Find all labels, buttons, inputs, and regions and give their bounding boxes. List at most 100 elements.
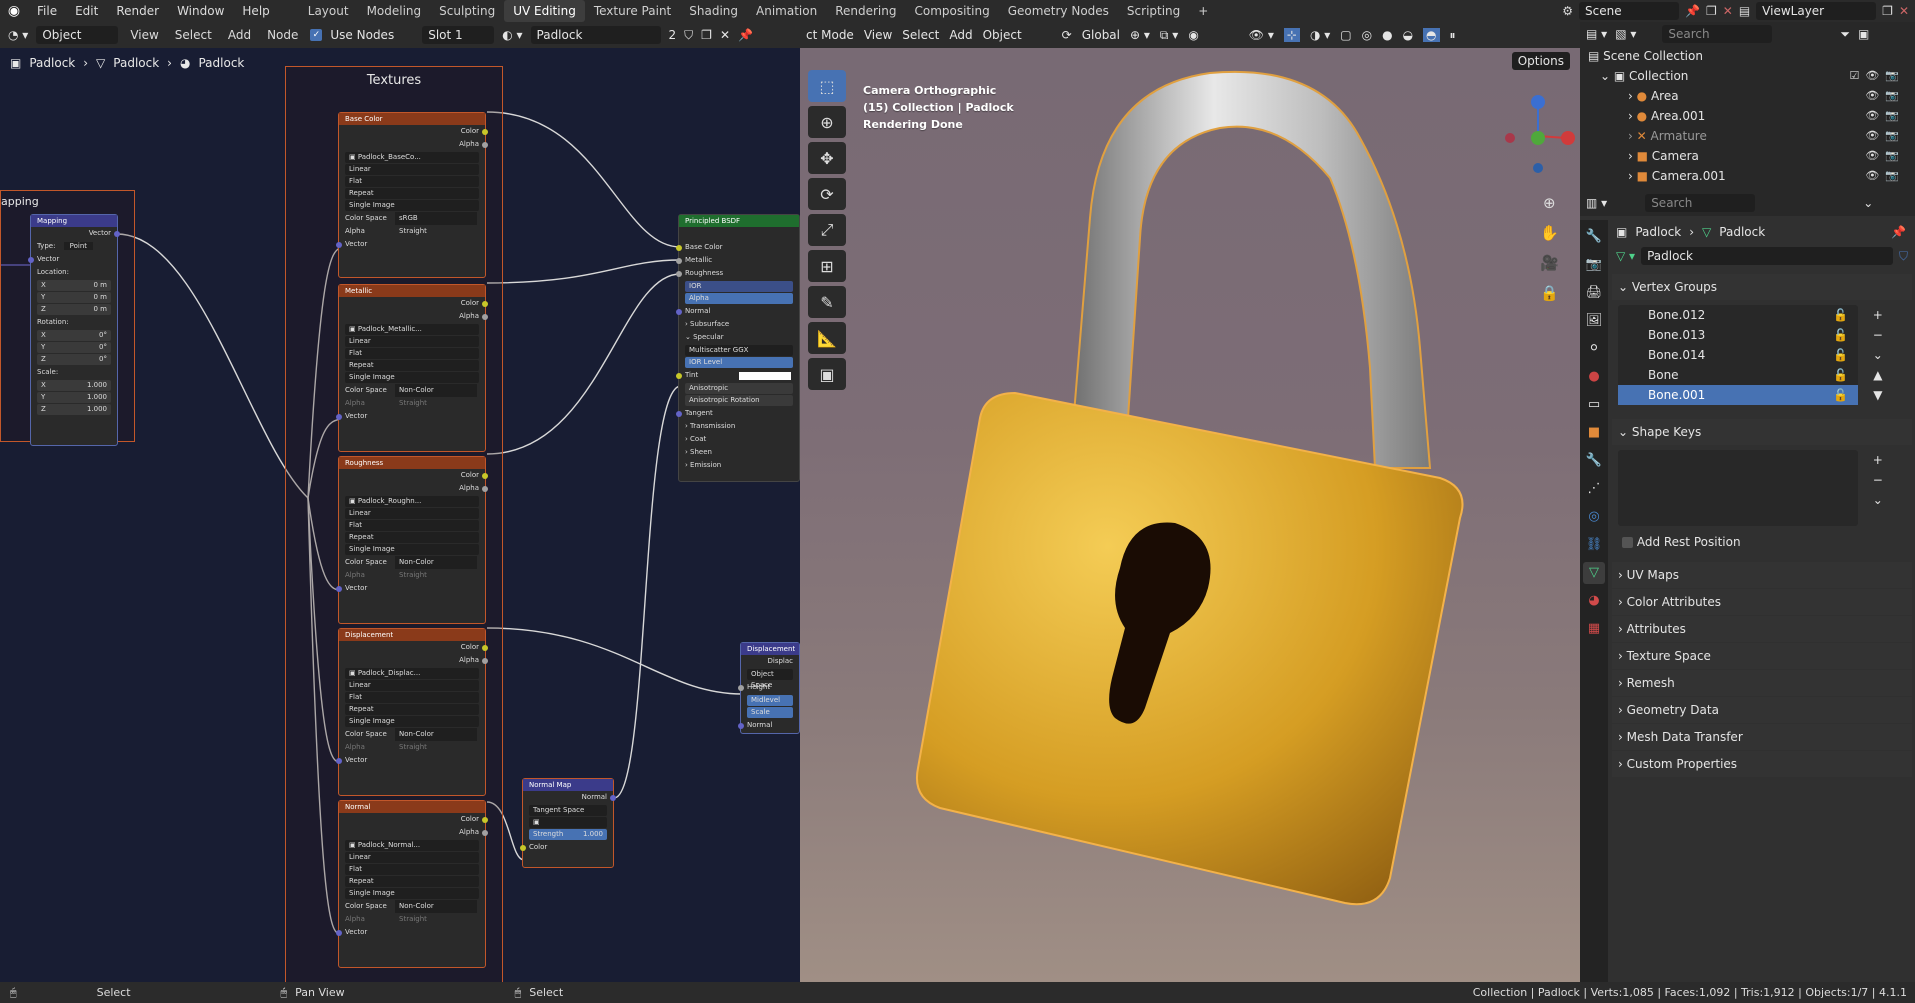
bsdf-ior-level[interactable]: IOR Level — [685, 357, 793, 368]
viewport-menu-add[interactable]: Add — [949, 28, 972, 42]
camera-view-icon[interactable]: 🎥 — [1540, 248, 1559, 278]
properties-editor[interactable]: ▥ ▾ Search ⌄ 🔧 📷 🖨 🖼 ⚪ ● ▭ ■ 🔧 ⋰ ◎ ⛓ ▽ ◕… — [1580, 190, 1915, 982]
normal-map-node[interactable]: Normal Map Normal Tangent Space ▣ Streng… — [520, 778, 616, 868]
alpha-mode-row[interactable]: Alpha Straight — [339, 225, 485, 238]
scale-z[interactable]: Z 1.000 — [37, 404, 111, 415]
scene-icon[interactable]: ⚙ — [1562, 4, 1573, 18]
menu-window[interactable]: Window — [168, 0, 233, 22]
transform-icon[interactable]: ⊞ — [808, 250, 846, 282]
location-y[interactable]: Y0 m — [37, 292, 111, 303]
remove-vertex-group-button[interactable]: − — [1868, 325, 1888, 345]
color-attributes-panel-header[interactable]: › Color Attributes — [1612, 589, 1912, 615]
source-select[interactable]: Single Image — [345, 200, 479, 211]
alpha-mode-row[interactable]: Alpha Straight — [339, 569, 485, 582]
chevron-down-icon[interactable]: ⌄ — [1863, 196, 1873, 210]
bsdf-anisotropic[interactable]: Anisotropic — [685, 383, 793, 394]
view-layer-field[interactable]: ViewLayer — [1756, 2, 1877, 20]
custom-properties-panel-header[interactable]: › Custom Properties — [1612, 751, 1912, 777]
extension-select[interactable]: Repeat — [345, 360, 479, 371]
add-cube-icon[interactable]: ▣ — [808, 358, 846, 390]
remesh-panel-header[interactable]: › Remesh — [1612, 670, 1912, 696]
interpolation-select[interactable]: Linear — [345, 336, 479, 347]
scene-collection-row[interactable]: ▤ Scene Collection — [1580, 46, 1915, 66]
texture-tab-icon[interactable]: ▦ — [1583, 618, 1605, 640]
menu-file[interactable]: File — [28, 0, 66, 22]
menu-help[interactable]: Help — [233, 0, 278, 22]
outliner-item-camera[interactable]: › ■ Camera 👁📷 — [1580, 146, 1915, 166]
scale-y[interactable]: Y 1.000 — [37, 392, 111, 403]
filter-icon[interactable]: ⏷ — [1840, 27, 1850, 42]
image-selector[interactable]: ▣ Padlock_Metallic... — [345, 324, 479, 335]
particles-tab-icon[interactable]: ⋰ — [1583, 478, 1605, 500]
fake-user-shield-icon[interactable]: ⛉ — [1899, 249, 1908, 264]
select-box-icon[interactable]: ⬚ — [808, 70, 846, 102]
outliner-item-armature[interactable]: › ✕ Armature 👁📷 — [1580, 126, 1915, 146]
display-mode-icon[interactable]: ▧ ▾ — [1615, 27, 1636, 41]
projection-select[interactable]: Flat — [345, 864, 479, 875]
bsdf-coat[interactable]: › Coat — [679, 433, 799, 446]
pin-icon[interactable]: 📌 — [1685, 4, 1700, 18]
principled-bsdf-node[interactable]: Principled BSDF Base Color Metallic Roug… — [676, 214, 800, 482]
close-view-layer-icon[interactable]: ✕ — [1899, 4, 1909, 18]
overlay-icon[interactable]: ◑ ▾ — [1310, 28, 1330, 42]
outliner-item-camera-001[interactable]: › ■ Camera.001 👁📷 — [1580, 166, 1915, 186]
viewport-menu-select[interactable]: Select — [902, 28, 939, 42]
normal-map-space[interactable]: Tangent Space — [529, 805, 607, 816]
material-tab-icon[interactable]: ◕ — [1583, 590, 1605, 612]
projection-select[interactable]: Flat — [345, 176, 479, 187]
outliner-item-area[interactable]: › ● Area 👁📷 — [1580, 86, 1915, 106]
tab-geometry-nodes[interactable]: Geometry Nodes — [999, 0, 1118, 22]
mesh-name-field[interactable]: Padlock — [1641, 247, 1893, 265]
object-mode-select[interactable]: ct Mode — [806, 28, 854, 42]
bsdf-tint[interactable]: Tint — [676, 369, 799, 382]
outliner[interactable]: ▤ ▾ ▧ ▾ Search ⏷ ▣ ▤ Scene Collection ⌄ … — [1580, 22, 1915, 190]
scene-tab-icon[interactable]: ⚪ — [1583, 338, 1605, 360]
list-item[interactable]: Bone.012 🔓 — [1618, 305, 1858, 325]
transform-orientation-icon[interactable]: ⟳ — [1062, 28, 1072, 42]
alpha-mode-row[interactable]: Alpha Straight — [339, 913, 485, 926]
view-layer-icon[interactable]: ▤ — [1739, 4, 1750, 18]
location-z[interactable]: Z0 m — [37, 304, 111, 315]
tab-shading[interactable]: Shading — [680, 0, 747, 22]
mesh-data-transfer-panel-header[interactable]: › Mesh Data Transfer — [1612, 724, 1912, 750]
attributes-panel-header[interactable]: › Attributes — [1612, 616, 1912, 642]
color-space-row[interactable]: Color Space Non-Color — [339, 556, 485, 569]
xray-icon[interactable]: ▢ — [1340, 28, 1351, 42]
proportional-edit-icon[interactable]: ◉ — [1188, 28, 1198, 42]
vertex-groups-list[interactable]: Bone.012 🔓 Bone.013 🔓 Bone.014 🔓 Bone 🔓 Bone… — [1618, 305, 1858, 405]
outliner-search-input[interactable]: Search — [1662, 25, 1773, 43]
scale-icon[interactable]: ⤢ — [808, 214, 846, 246]
physics-tab-icon[interactable]: ◎ — [1583, 506, 1605, 528]
interpolation-select[interactable]: Linear — [345, 164, 479, 175]
image-texture-node[interactable]: Normal Color Alpha ▣ Padlock_Normal... L… — [336, 800, 488, 968]
close-scene-icon[interactable]: ✕ — [1723, 4, 1733, 18]
source-select[interactable]: Single Image — [345, 372, 479, 383]
color-space-row[interactable]: Color Space Non-Color — [339, 728, 485, 741]
mesh-data-tab-icon[interactable]: ▽ — [1583, 562, 1605, 584]
normal-strength[interactable]: Strength 1.000 — [529, 829, 607, 840]
editor-type-icon[interactable]: ▥ ▾ — [1586, 196, 1607, 210]
image-texture-node[interactable]: Metallic Color Alpha ▣ Padlock_Metallic.… — [336, 284, 488, 452]
zoom-icon[interactable]: ⊕ — [1540, 188, 1559, 218]
viewport-menu-view[interactable]: View — [864, 28, 892, 42]
scale-x[interactable]: X 1.000 — [37, 380, 111, 391]
image-texture-node[interactable]: Roughness Color Alpha ▣ Padlock_Roughn..… — [336, 456, 488, 624]
navigation-gizmo[interactable] — [1490, 88, 1580, 188]
blender-logo-icon[interactable]: ◉ — [0, 3, 28, 19]
snap-icon[interactable]: ⧉ ▾ — [1160, 28, 1178, 43]
menu-edit[interactable]: Edit — [66, 0, 107, 22]
color-space-row[interactable]: Color Space Non-Color — [339, 900, 485, 913]
shader-node-editor[interactable]: ◔ ▾ Object View Select Add Node ✓ Use No… — [0, 22, 800, 982]
list-item[interactable]: Bone 🔓 — [1618, 365, 1858, 385]
remove-shape-key-button[interactable]: − — [1868, 470, 1888, 490]
image-selector[interactable]: ▣ Padlock_Roughn... — [345, 496, 479, 507]
extension-select[interactable]: Repeat — [345, 704, 479, 715]
move-up-icon[interactable]: ▲ — [1868, 365, 1888, 385]
displacement-space[interactable]: Object Space — [747, 669, 793, 689]
projection-select[interactable]: Flat — [345, 520, 479, 531]
copy-scene-icon[interactable]: ❐ — [1706, 4, 1717, 18]
shading-wireframe-icon[interactable]: ◎ — [1362, 28, 1372, 42]
measure-icon[interactable]: 📐 — [808, 322, 846, 354]
interpolation-select[interactable]: Linear — [345, 508, 479, 519]
bsdf-sheen[interactable]: › Sheen — [679, 446, 799, 459]
